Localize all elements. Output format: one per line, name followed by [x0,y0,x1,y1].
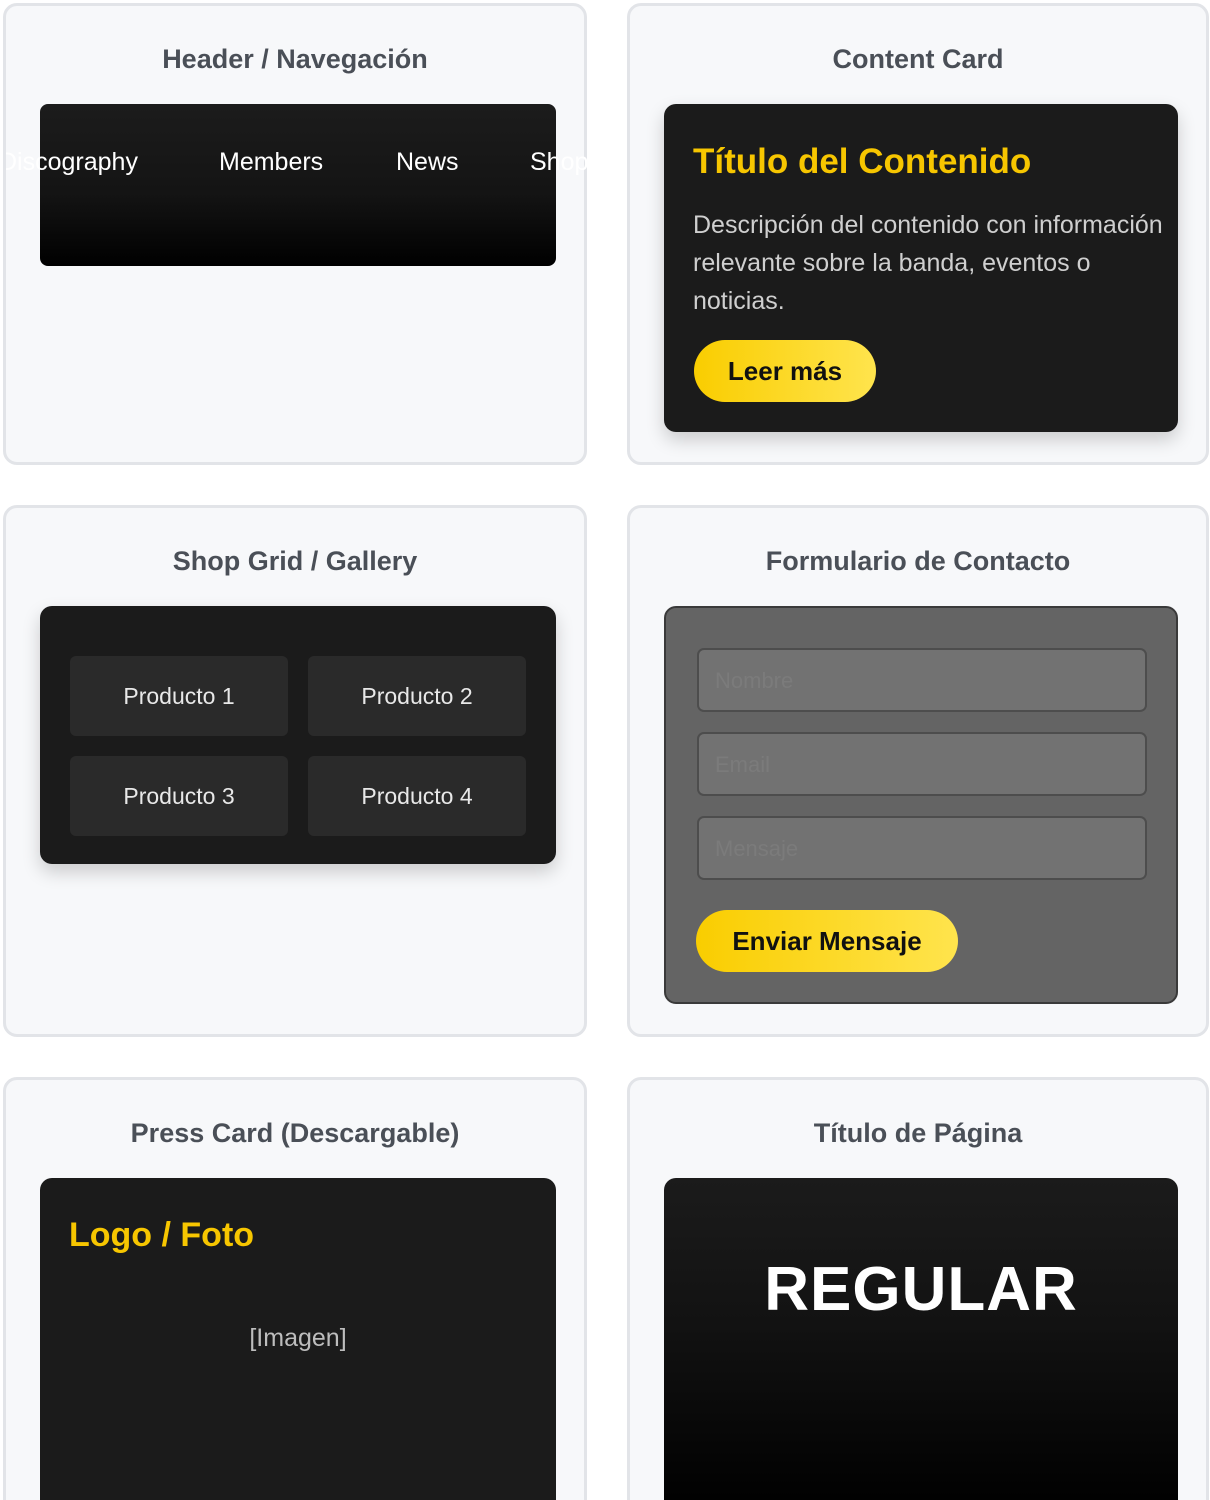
product-card[interactable]: Producto 2 [308,656,526,736]
content-card-panel: Content Card Título del Contenido Descri… [627,3,1209,465]
press-card-title: Logo / Foto [69,1216,255,1254]
shop-grid-panel: Shop Grid / Gallery Producto 1 Producto … [3,505,587,1037]
nav-item-members[interactable]: Members [219,148,323,177]
panel-title: Content Card [832,44,1004,74]
press-card-panel: Press Card (Descargable) Logo / Foto [Im… [3,1077,587,1500]
page-title: REGULAR [764,1255,1078,1324]
panel-title: Título de Página [813,1118,1023,1148]
content-card: Título del Contenido Descripción del con… [664,104,1178,432]
card-description: Descripción del contenido con informació… [693,211,1163,315]
message-field[interactable]: Mensaje [697,816,1147,880]
press-card: Logo / Foto [Imagen] [40,1178,556,1500]
contact-form: Nombre Email Mensaje Enviar Mensaje [664,606,1178,1004]
send-message-button[interactable]: Enviar Mensaje [696,910,958,972]
product-card[interactable]: Producto 4 [308,756,526,836]
nav-item-shop[interactable]: Shop [530,148,588,177]
product-card[interactable]: Producto 1 [70,656,288,736]
image-placeholder: [Imagen] [249,1324,347,1352]
page-title-panel: Título de Página REGULAR [627,1077,1209,1500]
card-title: Título del Contenido [693,142,1032,181]
contact-form-panel: Formulario de Contacto Nombre Email Mens… [627,505,1209,1037]
product-card[interactable]: Producto 3 [70,756,288,836]
nav-items: Discography Members News Shop [6,6,589,462]
page-title-banner: REGULAR [664,1178,1178,1500]
nav-item-discography[interactable]: Discography [6,148,138,177]
email-field[interactable]: Email [697,732,1147,796]
nav-item-news[interactable]: News [396,148,459,177]
panel-title: Press Card (Descargable) [130,1118,460,1148]
shop-grid: Producto 1 Producto 2 Producto 3 Product… [40,606,556,864]
name-field[interactable]: Nombre [697,648,1147,712]
read-more-button[interactable]: Leer más [694,340,876,402]
panel-title: Shop Grid / Gallery [172,546,418,576]
panel-title: Formulario de Contacto [765,546,1071,576]
header-panel: Header / Navegación Discography Members … [3,3,589,465]
